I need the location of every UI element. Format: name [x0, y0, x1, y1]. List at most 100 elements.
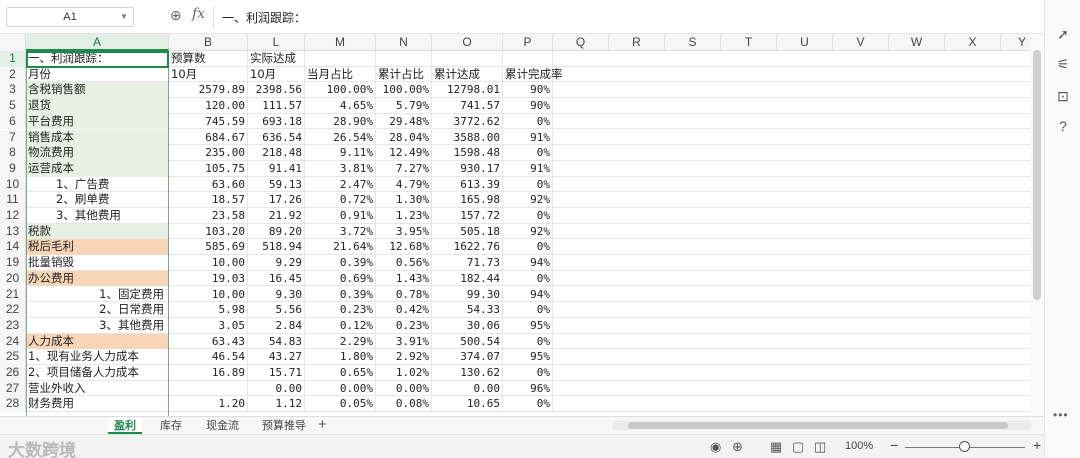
row-header[interactable]: 6 — [0, 113, 26, 130]
table-cell[interactable]: 90% — [503, 82, 553, 99]
zoom-out-icon[interactable]: − — [890, 437, 898, 453]
table-cell[interactable]: 物流费用 — [26, 145, 169, 161]
table-cell[interactable]: 0% — [503, 333, 553, 350]
table-cell[interactable]: 59.13 — [248, 176, 305, 193]
table-cell[interactable]: 0% — [503, 365, 553, 381]
sheet-tab-profit[interactable]: 盈利 — [108, 418, 142, 434]
table-cell[interactable]: 500.54 — [432, 333, 503, 350]
table-cell[interactable]: 1.23% — [376, 208, 432, 224]
table-cell[interactable]: 21.64% — [305, 239, 376, 256]
filter-settings-icon[interactable]: ⚟ — [1053, 54, 1073, 74]
row-header[interactable]: 10 — [0, 176, 26, 193]
table-cell[interactable]: 0% — [503, 113, 553, 130]
table-cell[interactable]: 3.05 — [169, 317, 248, 334]
sheet-grid[interactable]: ABLMNOPQRSTUVWXY 1 2 3 5 6 7 8 9 10 11 12 13 14 19 20 2… — [0, 34, 1044, 416]
row-header[interactable]: 8 — [0, 145, 26, 161]
table-cell[interactable]: 累计达成 — [432, 66, 503, 83]
table-cell[interactable]: 26.54% — [305, 129, 376, 146]
table-cell[interactable]: 10月 — [169, 66, 248, 83]
table-cell[interactable]: 12798.01 — [432, 82, 503, 99]
table-cell[interactable]: 0.39% — [305, 255, 376, 271]
table-cell[interactable]: 税款 — [26, 223, 169, 240]
table-cell[interactable]: 95% — [503, 317, 553, 334]
table-cell[interactable]: 5.79% — [376, 98, 432, 114]
more-icon[interactable]: ••• — [1053, 408, 1069, 422]
table-cell[interactable]: 5.98 — [169, 302, 248, 318]
table-cell[interactable]: 3.81% — [305, 160, 376, 177]
table-cell[interactable]: 182.44 — [432, 270, 503, 287]
table-cell[interactable]: 17.26 — [248, 192, 305, 208]
normal-view-icon[interactable]: ▦ — [770, 439, 782, 455]
table-cell[interactable]: 4.79% — [376, 176, 432, 193]
table-cell[interactable]: 636.54 — [248, 129, 305, 146]
table-cell[interactable]: 741.57 — [432, 98, 503, 114]
table-cell[interactable]: 0.78% — [376, 286, 432, 303]
table-cell[interactable]: 29.48% — [376, 113, 432, 130]
table-cell[interactable]: 1、固定费用 — [26, 286, 169, 303]
column-header[interactable]: O — [432, 34, 503, 51]
row-header[interactable]: 20 — [0, 270, 26, 287]
table-cell[interactable]: 2.84 — [248, 317, 305, 334]
table-cell[interactable]: 1.02% — [376, 365, 432, 381]
table-cell[interactable]: 19.03 — [169, 270, 248, 287]
sheet-tab-inventory[interactable]: 库存 — [154, 418, 188, 434]
row-header[interactable]: 26 — [0, 365, 26, 381]
table-cell[interactable] — [376, 51, 432, 67]
table-cell[interactable]: 130.62 — [432, 365, 503, 381]
row-header[interactable]: 7 — [0, 129, 26, 146]
table-cell[interactable]: 累计占比 — [376, 66, 432, 83]
table-cell[interactable]: 批量销毁 — [26, 255, 169, 271]
row-header[interactable]: 19 — [0, 255, 26, 271]
column-header[interactable]: Q — [553, 34, 609, 51]
table-cell[interactable]: 54.33 — [432, 302, 503, 318]
table-cell[interactable]: 518.94 — [248, 239, 305, 256]
table-cell[interactable]: 92% — [503, 223, 553, 240]
table-cell[interactable]: 税后毛利 — [26, 239, 169, 256]
horizontal-scrollbar[interactable] — [612, 421, 1032, 430]
table-cell[interactable]: 505.18 — [432, 223, 503, 240]
table-cell[interactable]: 9.11% — [305, 145, 376, 161]
row-header[interactable]: 27 — [0, 380, 26, 397]
table-cell[interactable]: 1.12 — [248, 396, 305, 413]
table-cell[interactable] — [432, 51, 503, 67]
table-cell[interactable]: 94% — [503, 255, 553, 271]
table-cell[interactable]: 0.00 — [432, 380, 503, 397]
table-cell[interactable]: 2、日常费用 — [26, 302, 169, 318]
table-cell[interactable]: 1622.76 — [432, 239, 503, 256]
table-cell[interactable]: 办公费用 — [26, 270, 169, 287]
table-cell[interactable]: 16.89 — [169, 365, 248, 381]
layout-icon[interactable]: ⊡ — [1053, 86, 1073, 106]
row-header[interactable]: 11 — [0, 192, 26, 208]
table-cell[interactable]: 1.80% — [305, 349, 376, 365]
table-cell[interactable]: 运营成本 — [26, 160, 169, 177]
table-cell[interactable]: 111.57 — [248, 98, 305, 114]
table-cell[interactable]: 1、现有业务人力成本 — [26, 349, 169, 365]
table-cell[interactable]: 12.49% — [376, 145, 432, 161]
row-header[interactable]: 24 — [0, 333, 26, 350]
table-cell[interactable]: 营业外收入 — [26, 380, 169, 397]
table-cell[interactable]: 0.00% — [305, 380, 376, 397]
table-cell[interactable]: 实际达成 — [248, 51, 305, 67]
table-cell[interactable]: 一、利润跟踪： — [26, 51, 169, 67]
column-header[interactable]: P — [503, 34, 553, 51]
table-cell[interactable]: 3.72% — [305, 223, 376, 240]
table-cell[interactable]: 930.17 — [432, 160, 503, 177]
table-cell[interactable] — [169, 380, 248, 397]
table-cell[interactable]: 0% — [503, 145, 553, 161]
row-header[interactable]: 5 — [0, 98, 26, 114]
table-cell[interactable]: 0.23% — [305, 302, 376, 318]
table-cell[interactable]: 9.29 — [248, 255, 305, 271]
table-cell[interactable]: 1.20 — [169, 396, 248, 413]
table-cell[interactable]: 0.08% — [376, 396, 432, 413]
table-cell[interactable]: 1598.48 — [432, 145, 503, 161]
table-cell[interactable]: 0.69% — [305, 270, 376, 287]
table-cell[interactable]: 7.27% — [376, 160, 432, 177]
page-layout-view-icon[interactable]: ▢ — [792, 439, 804, 455]
table-cell[interactable]: 0% — [503, 270, 553, 287]
sheet-tab-budget[interactable]: 预算推导 — [256, 418, 312, 434]
column-header[interactable]: R — [609, 34, 665, 51]
table-cell[interactable]: 5.56 — [248, 302, 305, 318]
table-cell[interactable]: 2、刷单费 — [26, 192, 169, 208]
table-cell[interactable]: 累计完成率 — [503, 66, 563, 83]
table-cell[interactable]: 2.29% — [305, 333, 376, 350]
